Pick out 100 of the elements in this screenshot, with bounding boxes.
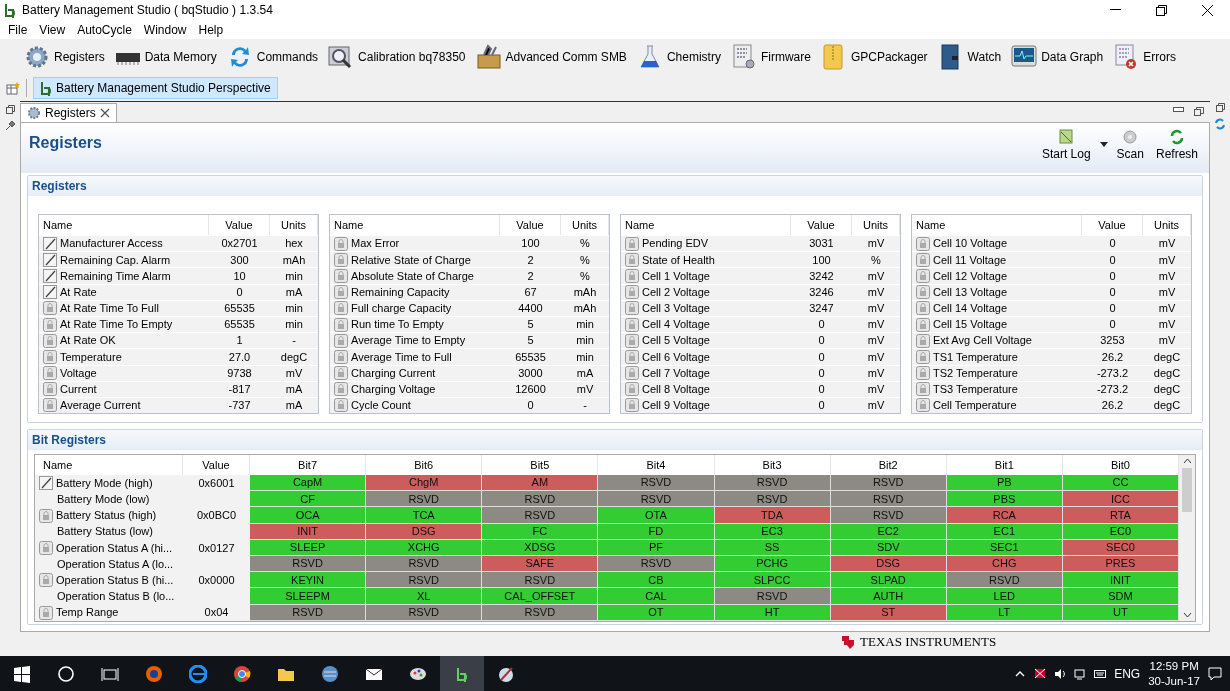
register-name: Battery Status (high) <box>56 508 157 524</box>
caret-icon[interactable] <box>1099 142 1108 147</box>
toolbar-button[interactable]: Commands <box>224 44 321 70</box>
toolbar-button[interactable]: Calibration bq78350 <box>326 44 468 70</box>
brand-name: TEXAS INSTRUMENTS <box>860 633 997 652</box>
register-value: 0 <box>1108 268 1117 284</box>
register-name: Cell 9 Voltage <box>642 398 710 414</box>
bit-flag: RSVD <box>598 475 715 492</box>
toolbar-button[interactable]: Firmware <box>728 44 813 70</box>
minimize-icon[interactable] <box>1173 107 1184 113</box>
bit-flag: CHG <box>946 556 1063 573</box>
scroll-down-icon[interactable] <box>1182 611 1192 618</box>
close-icon[interactable] <box>1201 4 1213 16</box>
maximize-icon[interactable] <box>1155 4 1167 16</box>
register-name: At Rate <box>60 284 97 300</box>
register-name: Operation Status A (lo... <box>57 556 174 572</box>
maximize-icon[interactable] <box>1194 107 1204 116</box>
scroll-thumb[interactable] <box>1182 468 1192 513</box>
register-value: 0 <box>817 365 826 381</box>
register-value: 3253 <box>1099 333 1126 349</box>
bit-flag: RSVD <box>598 556 715 573</box>
toolbar-button[interactable]: Watch <box>935 44 1004 70</box>
close-icon[interactable] <box>99 108 110 118</box>
refresh-icon[interactable] <box>1214 118 1226 130</box>
register-name: Operation Status B (lo... <box>57 589 175 605</box>
bit-flag: PCHG <box>714 556 831 573</box>
register-units: mA <box>284 382 304 398</box>
register-units: mAh <box>572 301 598 317</box>
register-value: 0 <box>817 382 826 398</box>
register-units: % <box>579 268 591 284</box>
bit-flag: INIT <box>1062 572 1179 589</box>
register-units: mV <box>866 365 886 381</box>
toolbar-button[interactable]: GPCPackager <box>818 44 930 70</box>
refresh-icon <box>1169 129 1185 145</box>
register-value: 0 <box>1108 317 1117 333</box>
toolbar-button[interactable]: Chemistry <box>634 44 723 70</box>
bit-flag: LED <box>946 588 1063 605</box>
register-units: mA <box>284 284 304 300</box>
toolbar-button[interactable]: Scan <box>1113 129 1147 163</box>
menu-item[interactable]: Window <box>137 20 193 39</box>
toolbar-button[interactable]: Advanced Comm SMB <box>473 44 629 70</box>
toolbar-button[interactable]: Data Memory <box>112 44 219 70</box>
perspective-tab[interactable]: Battery Management Studio Perspective <box>33 77 278 99</box>
register-name: Battery Mode (low) <box>57 492 150 508</box>
register-units: mV <box>866 382 886 398</box>
open-perspective-icon[interactable] <box>6 81 20 95</box>
bit-flag: CAL <box>598 588 715 605</box>
keyboard-icon[interactable] <box>1094 668 1107 680</box>
menu-item[interactable]: File <box>2 20 34 39</box>
register-name: Cell 4 Voltage <box>642 317 710 333</box>
register-units: mV <box>1157 333 1177 349</box>
register-name: Cell 15 Voltage <box>933 317 1007 333</box>
register-value: 3242 <box>808 268 835 284</box>
toolbar-button[interactable]: Registers <box>22 44 107 70</box>
register-units: mV <box>575 382 595 398</box>
network-icon[interactable] <box>1074 668 1087 680</box>
minimize-icon[interactable] <box>1109 9 1121 11</box>
register-value: 100 <box>811 252 832 268</box>
register-units: mV <box>1157 317 1177 333</box>
register-name: Charging Current <box>351 365 436 381</box>
register-units: - <box>582 398 588 414</box>
register-units: mV <box>866 301 886 317</box>
toolbar-button[interactable]: Start Log <box>1038 129 1094 163</box>
toolbar-button[interactable]: Refresh <box>1152 129 1201 163</box>
register-name: Temperature <box>60 349 122 365</box>
register-value: 0 <box>235 284 244 300</box>
register-units: mV <box>1157 236 1177 252</box>
app-logo-icon <box>40 80 52 96</box>
notification-icon[interactable] <box>1208 667 1222 681</box>
toolbar-button[interactable]: Errors <box>1111 44 1178 70</box>
register-name: Operation Status A (hi... <box>56 540 173 556</box>
page-title: Registers <box>29 133 102 153</box>
toolbar-button[interactable]: Data Graph <box>1009 44 1106 70</box>
menu-item[interactable]: View <box>33 20 72 39</box>
clock-date[interactable]: 30-Jun-17 <box>1148 674 1200 689</box>
clock-time[interactable]: 12:59 PM <box>1149 659 1199 674</box>
speaker-icon[interactable] <box>1054 668 1067 680</box>
disc-icon <box>1122 129 1139 145</box>
menu-item[interactable]: AutoCycle <box>71 20 138 39</box>
menu-item[interactable]: Help <box>192 20 230 39</box>
register-name: Full charge Capacity <box>351 301 452 317</box>
restore-icon[interactable] <box>5 105 15 114</box>
restore-icon[interactable] <box>1215 103 1225 112</box>
register-name: Battery Status (low) <box>57 524 153 540</box>
bit-flag: RSVD <box>598 491 715 508</box>
language-indicator[interactable]: ENG <box>1114 665 1141 683</box>
document-icon <box>730 44 757 70</box>
register-value: -737 <box>227 398 252 414</box>
register-value: 2 <box>526 252 535 268</box>
register-name: Absolute State of Charge <box>351 268 474 284</box>
logo-icon <box>840 634 856 650</box>
register-name: Cell 12 Voltage <box>933 268 1007 284</box>
plug-icon[interactable] <box>4 120 16 131</box>
bit-flag: DSG <box>830 556 947 573</box>
scrollbar[interactable] <box>1179 455 1195 621</box>
register-name: Run time To Empty <box>351 317 444 333</box>
flag-icon[interactable] <box>1034 668 1047 680</box>
view-tab[interactable]: Registers <box>20 103 117 122</box>
scroll-up-icon[interactable] <box>1182 458 1192 465</box>
register-units: min <box>575 317 595 333</box>
